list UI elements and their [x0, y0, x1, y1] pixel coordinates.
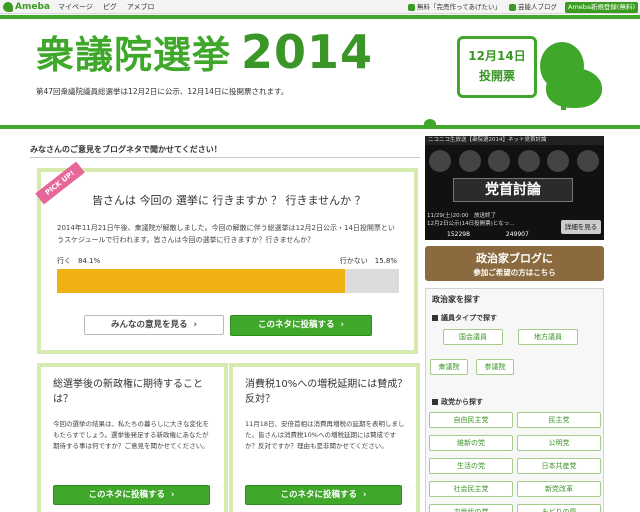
topic-card-title[interactable]: 消費税10%への増税延期には賛成？反対？: [245, 377, 410, 407]
finder-party-heading: 政党から探す: [432, 397, 483, 407]
chevron-right-icon: ›: [340, 320, 345, 330]
party-button[interactable]: 社会民主党: [429, 481, 513, 497]
topbar-link-ameblo[interactable]: アメブロ: [127, 1, 155, 13]
topbar-promo-link[interactable]: 無料「完売作ってあげたい」: [408, 1, 501, 13]
header-ground-line: [0, 125, 640, 129]
video-detail-button[interactable]: 詳細を見る: [561, 220, 601, 234]
video-title: ニコニコ生放送【衆院選2014】ネット党首討論: [425, 136, 604, 145]
finder-type-heading: 議員タイプで探す: [432, 313, 497, 323]
vote-no-label: 行かない 15.8%: [339, 257, 397, 265]
leader-avatar: [547, 150, 570, 172]
vote-yes-label: 行く 84.1%: [57, 257, 101, 265]
post-topic-button[interactable]: このネタに投稿する ›: [245, 485, 402, 505]
topic-card-new-government: 総選挙後の新政権に期待することは？ 今回の選挙の結果は、私たちの暮らしに大きな変…: [37, 363, 228, 512]
politician-blog-line1: 政治家ブログに: [476, 252, 553, 265]
ameba-logo[interactable]: Ameba: [3, 1, 50, 13]
chevron-right-icon: ›: [193, 320, 198, 330]
video-leader-icons: [429, 150, 599, 172]
vote-date: 12月14日: [468, 49, 526, 63]
ameba-logo-icon: [3, 2, 13, 12]
vote-date-badge: 12月14日 投開票: [457, 36, 537, 98]
global-topbar: Ameba マイページ ピグ アメブロ 無料「完売作ってあげたい」 芸能人ブログ…: [0, 0, 640, 14]
topbar-links: マイページ ピグ アメブロ: [58, 1, 155, 13]
type-button-local[interactable]: 地方議員: [518, 329, 578, 345]
section-heading: みなさんのご意見をブログネタで聞かせてください！: [30, 142, 420, 158]
square-bullet-icon: [432, 315, 438, 321]
topic-card-title[interactable]: 総選挙後の新政権に期待することは？: [53, 377, 218, 407]
page-title-text: 衆議院選挙: [36, 33, 232, 77]
leader-avatar: [517, 150, 540, 172]
promo-icon: [408, 3, 416, 11]
vote-result-bar: [57, 269, 399, 293]
leader-avatar: [488, 150, 511, 172]
register-button[interactable]: Ameba新規登録(無料): [565, 1, 638, 13]
topic-card-consumption-tax: 消費税10%への増税延期には賛成？反対？ 11月18日、安倍首相は消費再増税の延…: [229, 363, 420, 512]
party-button[interactable]: 次世代の党: [429, 504, 513, 512]
party-button[interactable]: 生活の党: [429, 458, 513, 474]
topic-card-description: 11月18日、安倍首相は消費再増税の延期を表明しました。皆さんは消費税10%への…: [245, 420, 405, 450]
topbar-link-mypage[interactable]: マイページ: [58, 1, 93, 13]
ameba-logo-text: Ameba: [15, 2, 50, 12]
celebrity-icon: [509, 3, 517, 11]
video-info: 11/29(土)20:00 放送終了 12月2日公示(14日投開票)となっ…: [427, 213, 515, 227]
type-button-house-of-councillors[interactable]: 参議院: [476, 359, 514, 375]
video-counts: 152298 249907: [447, 231, 529, 238]
chevron-right-icon: ›: [171, 490, 175, 500]
leader-avatar: [429, 150, 451, 172]
chevron-right-icon: ›: [363, 490, 367, 500]
debate-banner: 党首討論: [453, 178, 573, 202]
party-button[interactable]: 日本共産党: [517, 458, 601, 474]
tree-trunk: [561, 86, 566, 110]
post-topic-button[interactable]: このネタに投稿する ›: [230, 315, 372, 336]
tree-icon-2: [546, 68, 602, 108]
page-subtitle: 第47回衆議院議員総選挙は12月2日に公示、12月14日に投開票されます。: [36, 87, 289, 96]
politician-blog-line2: 参加ご希望の方はこちら: [473, 268, 556, 277]
vote-date-label: 投開票: [478, 69, 515, 83]
topic-card-inner: 総選挙後の新政権に期待することは？ 今回の選挙の結果は、私たちの暮らしに大きな変…: [41, 367, 224, 512]
page-title-year: 2014: [241, 25, 374, 79]
topic-card-description: 今回の選挙の結果は、私たちの暮らしに大きな変化をもたらすでしょう。選挙後発足する…: [53, 420, 209, 450]
politician-blog-banner[interactable]: 政治家ブログに 参加ご希望の方はこちら: [425, 246, 604, 281]
party-button[interactable]: 公明党: [517, 435, 601, 451]
topbar-celebrity-blog-link[interactable]: 芸能人ブログ: [509, 1, 557, 13]
debate-video-player[interactable]: ニコニコ生放送【衆院選2014】ネット党首討論 党首討論 11/29(土)20:…: [425, 136, 604, 240]
type-button-house-of-representatives[interactable]: 衆議院: [430, 359, 468, 375]
topbar-link-pigg[interactable]: ピグ: [103, 1, 117, 13]
square-bullet-icon: [432, 399, 438, 405]
topbar-right: 無料「完売作ってあげたい」 芸能人ブログ Ameba新規登録(無料): [408, 1, 638, 13]
party-button[interactable]: 民主党: [517, 412, 601, 428]
leader-avatar: [576, 150, 599, 172]
party-button[interactable]: みどりの風: [517, 504, 601, 512]
topic-card-inner: 消費税10%への増税延期には賛成？反対？ 11月18日、安倍首相は消費再増税の延…: [233, 367, 416, 512]
view-opinions-button[interactable]: みんなの意見を見る ›: [84, 315, 224, 335]
politician-finder: 政治家を探す 議員タイプで探す 国会議員 地方議員 衆議院 参議院 政党から探す…: [425, 288, 604, 512]
pickup-description: 2014年11月21日午後、衆議院が解散しました。今回の解散に伴う総選挙は12月…: [57, 224, 395, 244]
party-button[interactable]: 自由民主党: [429, 412, 513, 428]
type-button-national[interactable]: 国会議員: [443, 329, 503, 345]
party-button[interactable]: 維新の党: [429, 435, 513, 451]
finder-title: 政治家を探す: [432, 295, 480, 304]
page-title: 衆議院選挙 2014: [36, 29, 373, 77]
post-topic-button[interactable]: このネタに投稿する ›: [53, 485, 210, 505]
party-button[interactable]: 新党改革: [517, 481, 601, 497]
vote-result-bar-fill: [57, 269, 345, 293]
pickup-question[interactable]: 皆さんは 今回の 選挙に 行きますか ？ 行きませんか ？: [92, 192, 366, 208]
leader-avatar: [458, 150, 481, 172]
